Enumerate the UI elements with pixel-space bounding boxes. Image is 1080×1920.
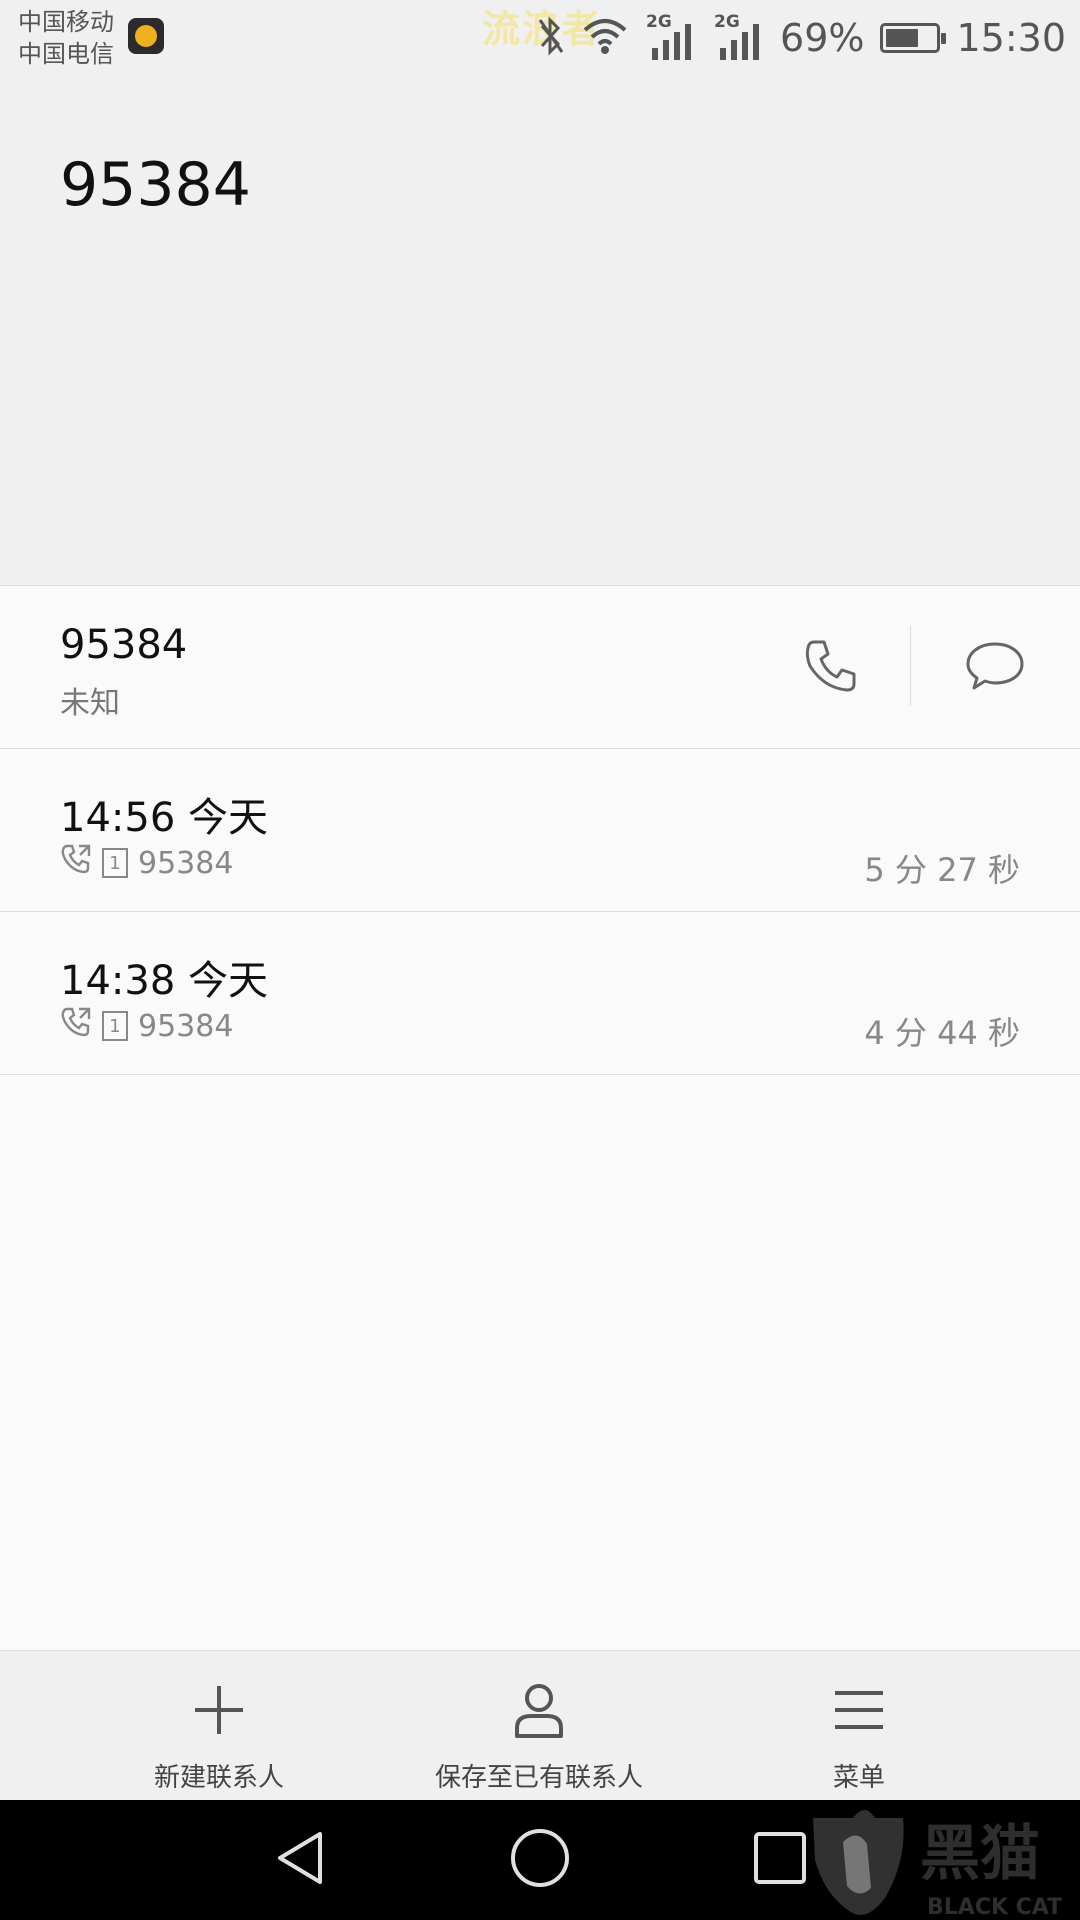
contact-row: 95384 未知 <box>0 586 1080 749</box>
bottom-action-bar: 新建联系人 保存至已有联系人 菜单 <box>0 1650 1080 1801</box>
message-bubble-icon <box>964 636 1026 700</box>
home-button[interactable] <box>500 1820 580 1900</box>
sim-1-icon: 1 <box>102 848 128 878</box>
call-details: 1 95384 <box>60 843 233 883</box>
call-time: 14:38 今天 <box>60 958 268 1004</box>
call-number: 95384 <box>138 1008 234 1044</box>
call-details: 1 95384 <box>60 1006 233 1046</box>
carrier-1: 中国移动 <box>18 8 114 36</box>
call-duration: 5 分 27 秒 <box>864 851 1020 889</box>
sim-1-icon: 1 <box>102 1011 128 1041</box>
watermark-brand: 黑猫 <box>920 1819 1040 1889</box>
battery-icon <box>880 23 947 53</box>
carrier-labels: 中国移动 中国电信 <box>18 6 114 70</box>
contact-location: 未知 <box>60 686 120 721</box>
call-button[interactable] <box>790 628 870 708</box>
app-notification-icon <box>128 18 164 54</box>
new-contact-button[interactable]: 新建联系人 <box>59 1651 379 1801</box>
menu-icon <box>824 1675 894 1745</box>
back-triangle-icon <box>272 1828 328 1892</box>
call-duration: 4 分 44 秒 <box>864 1014 1020 1052</box>
outgoing-call-icon <box>60 1006 92 1046</box>
outgoing-call-icon <box>60 843 92 883</box>
person-icon <box>504 1675 574 1745</box>
battery-level <box>886 29 918 47</box>
plus-icon <box>184 1675 254 1745</box>
call-number: 95384 <box>138 845 234 881</box>
call-time: 14:56 今天 <box>60 795 268 841</box>
call-log-row[interactable]: 14:38 今天 1 95384 4 分 44 秒 <box>0 912 1080 1075</box>
back-button[interactable] <box>260 1820 340 1900</box>
divider <box>910 626 911 706</box>
home-circle-icon <box>508 1826 572 1894</box>
contact-number: 95384 <box>60 622 188 668</box>
phone-icon <box>800 636 860 700</box>
battery-percent: 69% <box>780 16 865 60</box>
status-icons: 2G 2G 69% 15:30 <box>536 0 1066 76</box>
wifi-icon <box>582 16 628 60</box>
recents-square-icon <box>752 1830 808 1890</box>
menu-button[interactable]: 菜单 <box>699 1651 1019 1801</box>
message-button[interactable] <box>955 628 1035 708</box>
call-log-row[interactable]: 14:56 今天 1 95384 5 分 27 秒 <box>0 749 1080 912</box>
clock: 15:30 <box>956 16 1066 60</box>
page-title: 95384 <box>60 150 251 220</box>
menu-label: 菜单 <box>832 1763 885 1793</box>
bluetooth-off-icon <box>536 16 566 60</box>
signal-2-icon: 2G <box>712 12 764 62</box>
carrier-2: 中国电信 <box>18 40 114 68</box>
save-to-existing-label: 保存至已有联系人 <box>434 1763 643 1793</box>
watermark-logo: 黑猫 BLACK CAT <box>805 1800 1080 1920</box>
new-contact-label: 新建联系人 <box>153 1763 284 1793</box>
header: 中国移动 中国电信 流浪者 2G 2G 69% 15:30 95384 <box>0 0 1080 586</box>
watermark-brand-en: BLACK CAT <box>927 1895 1062 1920</box>
signal-1-icon: 2G <box>644 12 696 62</box>
status-bar: 中国移动 中国电信 流浪者 2G 2G 69% 15:30 <box>0 0 1080 80</box>
save-to-existing-contact-button[interactable]: 保存至已有联系人 <box>379 1651 699 1801</box>
